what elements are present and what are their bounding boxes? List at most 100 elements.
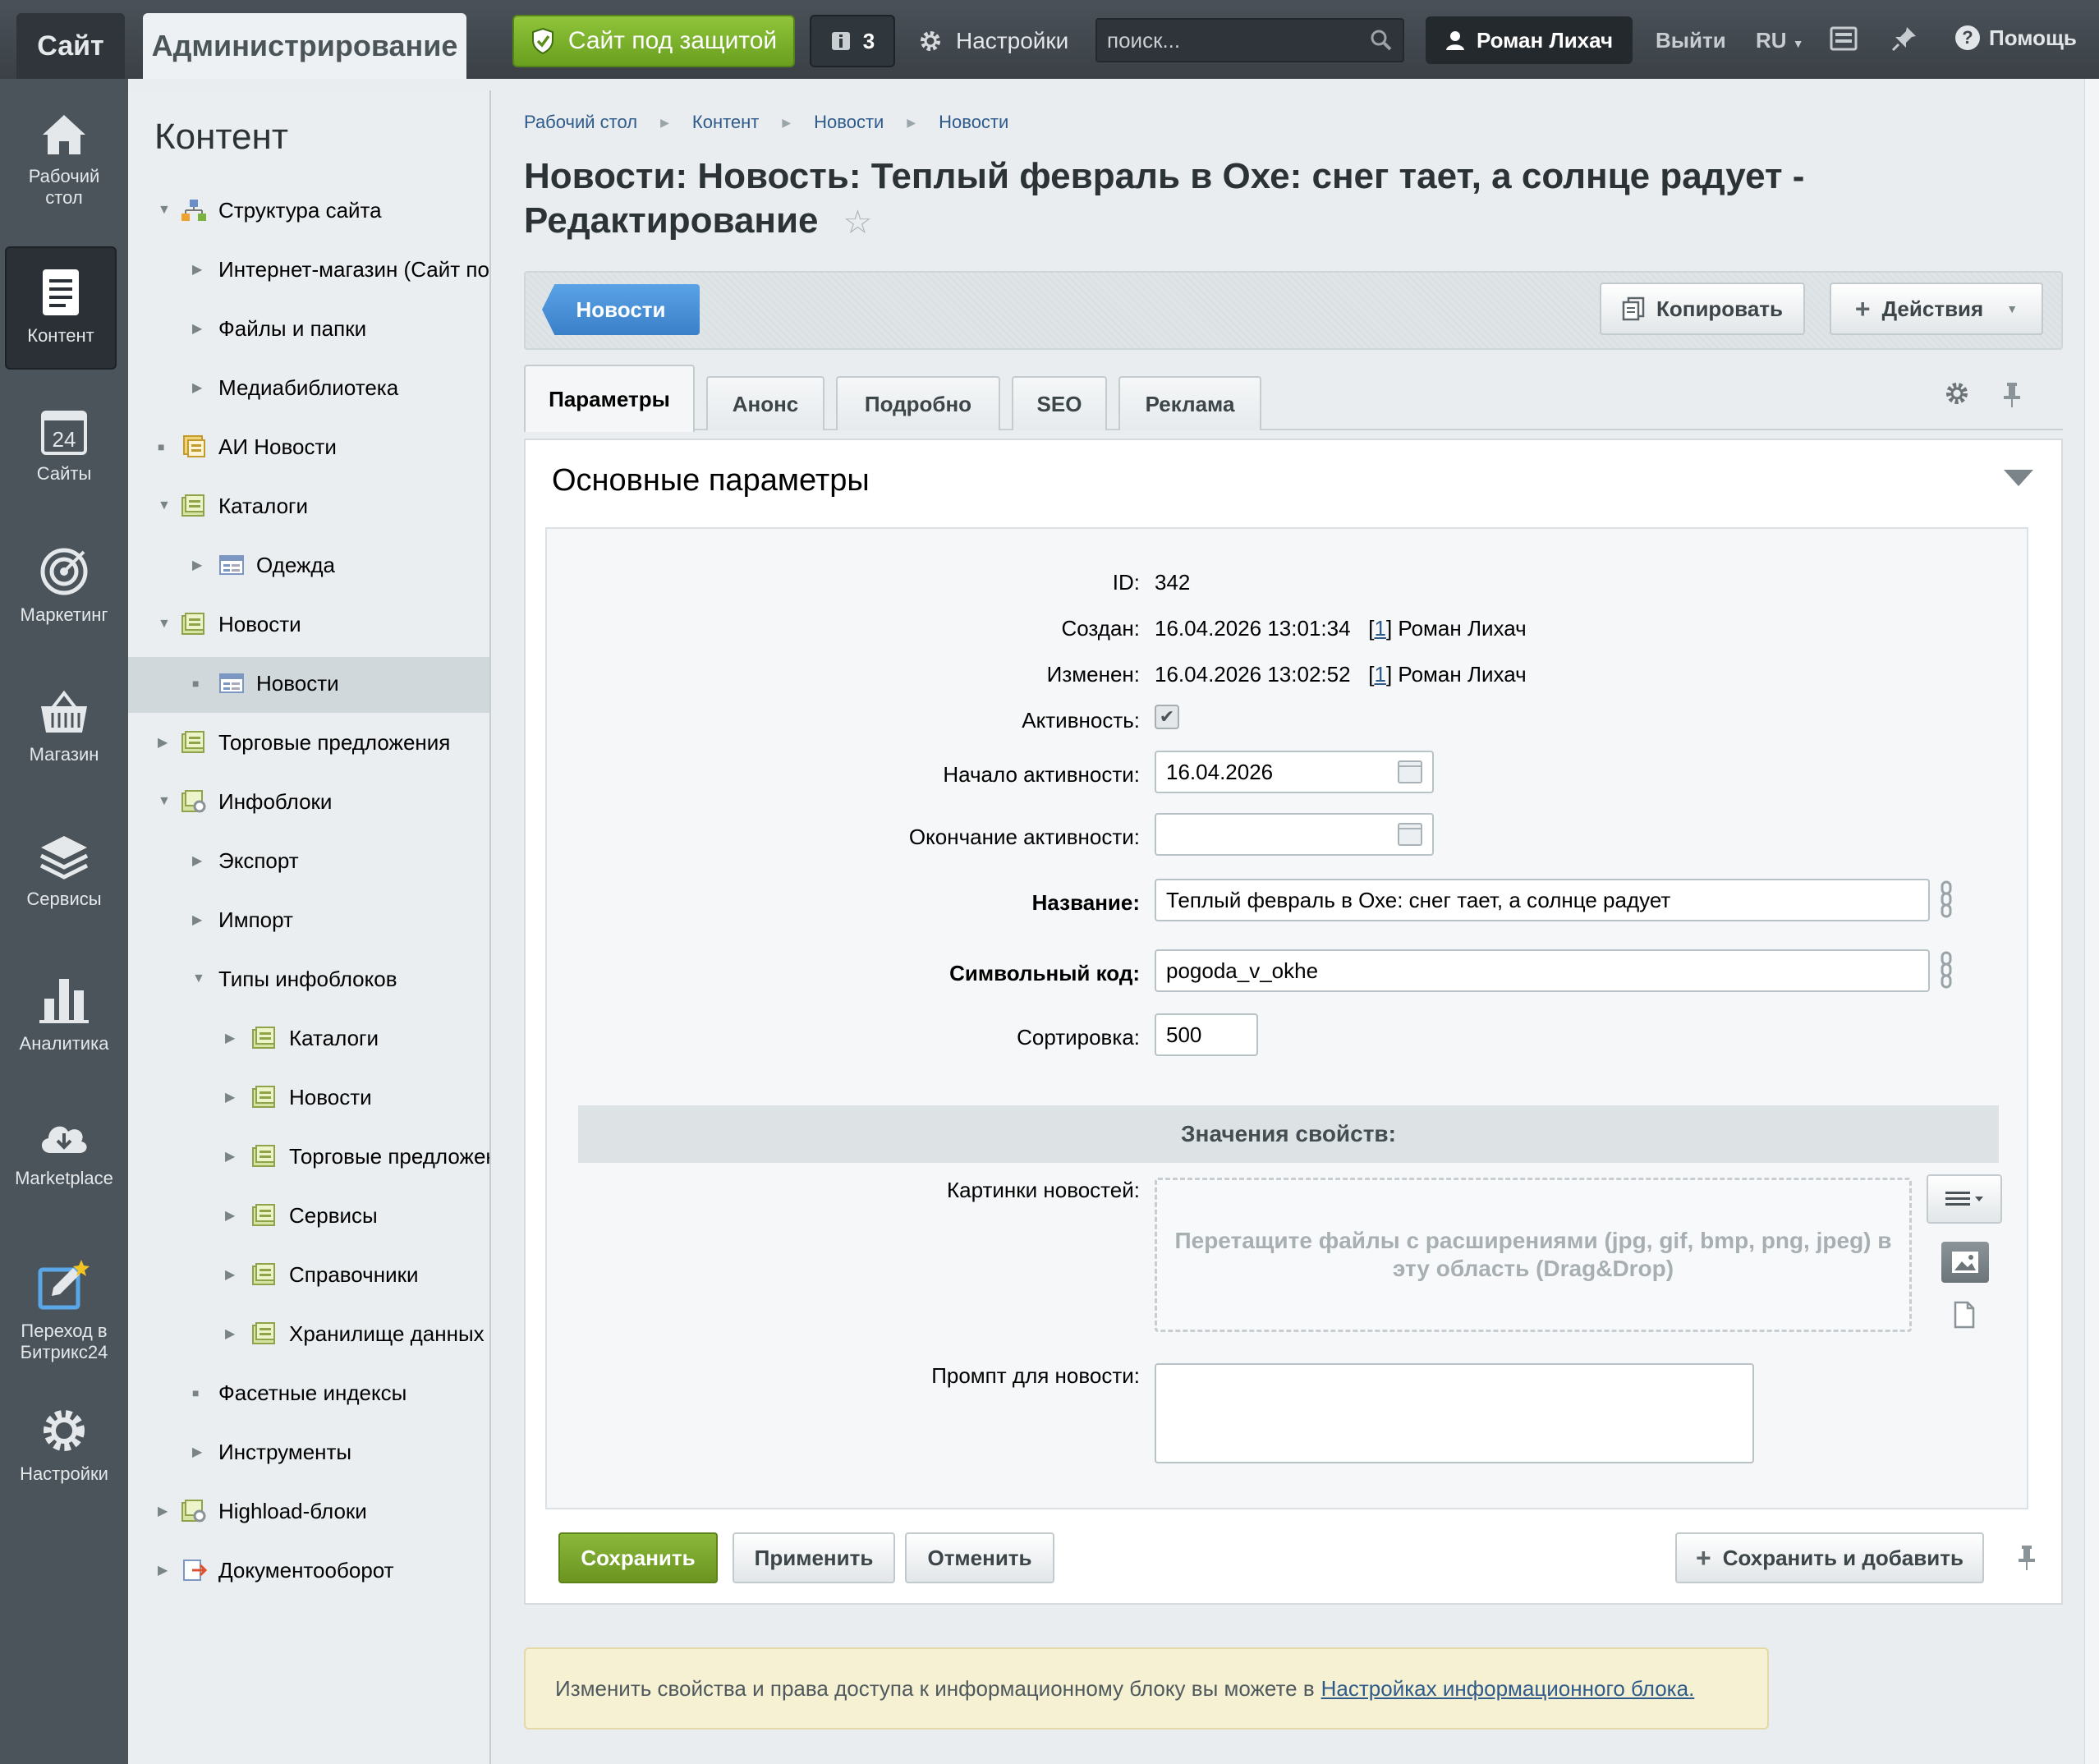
apply-button[interactable]: Применить (733, 1532, 895, 1583)
tree-item-site-structure[interactable]: ▼ Структура сайта (158, 186, 382, 235)
tab-announce[interactable]: Анонс (706, 376, 824, 430)
prompt-textarea[interactable] (1155, 1363, 1754, 1463)
gear-icon[interactable] (1945, 381, 1969, 406)
tab-details[interactable]: Подробно (836, 376, 1000, 430)
expand-arrow-icon[interactable]: ▶ (158, 1503, 174, 1519)
vertical-scrollbar[interactable] (2084, 79, 2099, 1764)
language-select[interactable]: RU ▼ (1756, 28, 1804, 53)
site-tab[interactable]: Сайт (16, 13, 125, 79)
file-icon[interactable] (1953, 1301, 1976, 1329)
notifications-button[interactable]: 3 (810, 15, 895, 67)
tree-item-export[interactable]: ▶ Экспорт (192, 836, 299, 885)
created-user-id-link[interactable]: 1 (1374, 616, 1385, 641)
copy-button[interactable]: Копировать (1600, 283, 1805, 335)
site-protection-button[interactable]: Сайт под защитой (512, 15, 795, 67)
menu-item-bitrix24[interactable]: Переход в Битрикс24 (0, 1258, 128, 1363)
expand-arrow-icon[interactable]: ▼ (192, 972, 209, 986)
expand-arrow-icon[interactable]: ▶ (192, 379, 209, 396)
tree-item-files[interactable]: ▶ Файлы и папки (192, 304, 366, 353)
tree-item-facet-indexes[interactable]: ■ Фасетные индексы (192, 1368, 406, 1417)
expand-arrow-icon[interactable]: ▶ (192, 852, 209, 869)
expand-arrow-icon[interactable]: ▶ (192, 1444, 209, 1460)
menu-item-marketplace[interactable]: Marketplace (0, 1115, 128, 1189)
iblock-settings-link[interactable]: Настройках информационного блока. (1321, 1676, 1695, 1702)
expand-arrow-icon[interactable]: ▶ (225, 1325, 241, 1342)
sort-input[interactable]: 500 (1155, 1013, 1258, 1056)
expand-arrow-icon[interactable]: ▶ (225, 1266, 241, 1283)
cancel-button[interactable]: Отменить (905, 1532, 1054, 1583)
collapse-arrow-icon[interactable] (2004, 470, 2033, 486)
menu-item-sites[interactable]: 24 Сайты (0, 407, 128, 485)
tree-item-medialib[interactable]: ▶ Медиабиблиотека (192, 363, 398, 412)
search-input[interactable]: поиск... (1095, 18, 1404, 62)
admin-tab[interactable]: Администрирование (143, 13, 466, 79)
active-checkbox[interactable]: ✔ (1155, 705, 1179, 729)
logout-link[interactable]: Выйти (1656, 28, 1726, 53)
search-icon[interactable] (1370, 29, 1393, 52)
chain-link-icon[interactable] (1938, 880, 1954, 918)
expand-arrow-icon[interactable]: ▶ (158, 734, 174, 751)
modified-user-id-link[interactable]: 1 (1374, 662, 1385, 687)
tree-item-infoblocks[interactable]: ▼ Инфоблоки (158, 777, 332, 826)
tree-item-ai-news[interactable]: ■ АИ Новости (158, 422, 337, 471)
tree-item-docflow[interactable]: ▶ Документооборот (158, 1546, 394, 1595)
tree-item-offers[interactable]: ▶ Торговые предложения (158, 718, 450, 767)
tree-item-type-catalogs[interactable]: ▶ Каталоги (225, 1013, 379, 1063)
breadcrumb-item[interactable]: Рабочий стол (524, 112, 637, 133)
name-input[interactable]: Теплый февраль в Охе: снег тает, а солнц… (1155, 879, 1930, 921)
expand-arrow-icon[interactable]: ▶ (225, 1030, 241, 1046)
add-image-button[interactable] (1941, 1242, 1989, 1283)
menu-item-analytics[interactable]: Аналитика (0, 974, 128, 1054)
tree-item-news-type[interactable]: ▼ Новости (158, 599, 301, 649)
tab-ads[interactable]: Реклама (1118, 376, 1261, 430)
active-to-input[interactable] (1155, 813, 1434, 856)
code-input[interactable]: pogoda_v_okhe (1155, 949, 1930, 992)
dropzone-menu-button[interactable] (1927, 1174, 2002, 1224)
tree-item-type-storage[interactable]: ▶ Хранилище данных (225, 1309, 485, 1358)
tree-item-type-offers[interactable]: ▶ Торговые предложения (225, 1132, 489, 1181)
calendar-icon[interactable] (1398, 760, 1422, 783)
menu-item-settings[interactable]: Настройки (0, 1406, 128, 1485)
active-from-input[interactable]: 16.04.2026 (1155, 751, 1434, 793)
tree-item-internet-shop[interactable]: ▶ Интернет-магазин (Сайт по умолчанию) (192, 245, 489, 294)
expand-arrow-icon[interactable]: ▶ (158, 1562, 174, 1578)
tree-item-type-services[interactable]: ▶ Сервисы (225, 1191, 378, 1240)
expand-arrow-icon[interactable]: ▶ (225, 1148, 241, 1165)
image-dropzone[interactable]: Перетащите файлы с расширениями (jpg, gi… (1155, 1178, 1912, 1332)
pin-icon[interactable] (1890, 25, 1918, 53)
expand-arrow-icon[interactable]: ▼ (158, 794, 174, 809)
breadcrumb-item[interactable]: Контент (692, 112, 760, 133)
chain-link-icon[interactable] (1938, 951, 1954, 989)
star-icon[interactable]: ☆ (843, 200, 873, 245)
menu-item-services[interactable]: Сервисы (0, 833, 128, 910)
save-button[interactable]: Сохранить (558, 1532, 718, 1583)
keyboard-icon[interactable] (1830, 25, 1858, 53)
user-menu[interactable]: Роман Лихач (1426, 16, 1633, 64)
tree-item-tools[interactable]: ▶ Инструменты (192, 1427, 351, 1477)
expand-arrow-icon[interactable]: ▶ (192, 557, 209, 573)
pin-icon[interactable] (2017, 1544, 2037, 1572)
menu-item-shop[interactable]: Магазин (0, 688, 128, 765)
expand-arrow-icon[interactable]: ▶ (225, 1089, 241, 1105)
menu-item-marketing[interactable]: Маркетинг (0, 547, 128, 626)
tab-seo[interactable]: SEO (1012, 376, 1107, 430)
menu-item-content[interactable]: Контент (5, 246, 117, 370)
breadcrumb-item[interactable]: Новости (814, 112, 884, 133)
expand-arrow-icon[interactable]: ▼ (158, 498, 174, 513)
save-and-add-button[interactable]: + Сохранить и добавить (1675, 1532, 1984, 1583)
tree-item-import[interactable]: ▶ Импорт (192, 895, 293, 944)
tree-item-catalogs[interactable]: ▼ Каталоги (158, 481, 308, 531)
expand-arrow-icon[interactable]: ▶ (225, 1207, 241, 1224)
expand-arrow-icon[interactable]: ▼ (158, 617, 174, 632)
expand-arrow-icon[interactable]: ▶ (192, 320, 209, 337)
tree-item-clothes[interactable]: ▶ Одежда (192, 540, 335, 590)
settings-link[interactable]: Настройки (918, 20, 1068, 62)
tree-item-iblock-types[interactable]: ▼ Типы инфоблоков (192, 954, 397, 1004)
actions-button[interactable]: + Действия ▼ (1830, 283, 2043, 335)
tree-item-type-references[interactable]: ▶ Справочники (225, 1250, 419, 1299)
back-to-list-button[interactable]: Новости (542, 284, 700, 335)
expand-arrow-icon[interactable]: ▼ (158, 203, 174, 218)
calendar-icon[interactable] (1398, 823, 1422, 846)
menu-item-desktop[interactable]: Рабочий стол (0, 112, 128, 209)
tree-item-highload[interactable]: ▶ Highload-блоки (158, 1486, 367, 1536)
